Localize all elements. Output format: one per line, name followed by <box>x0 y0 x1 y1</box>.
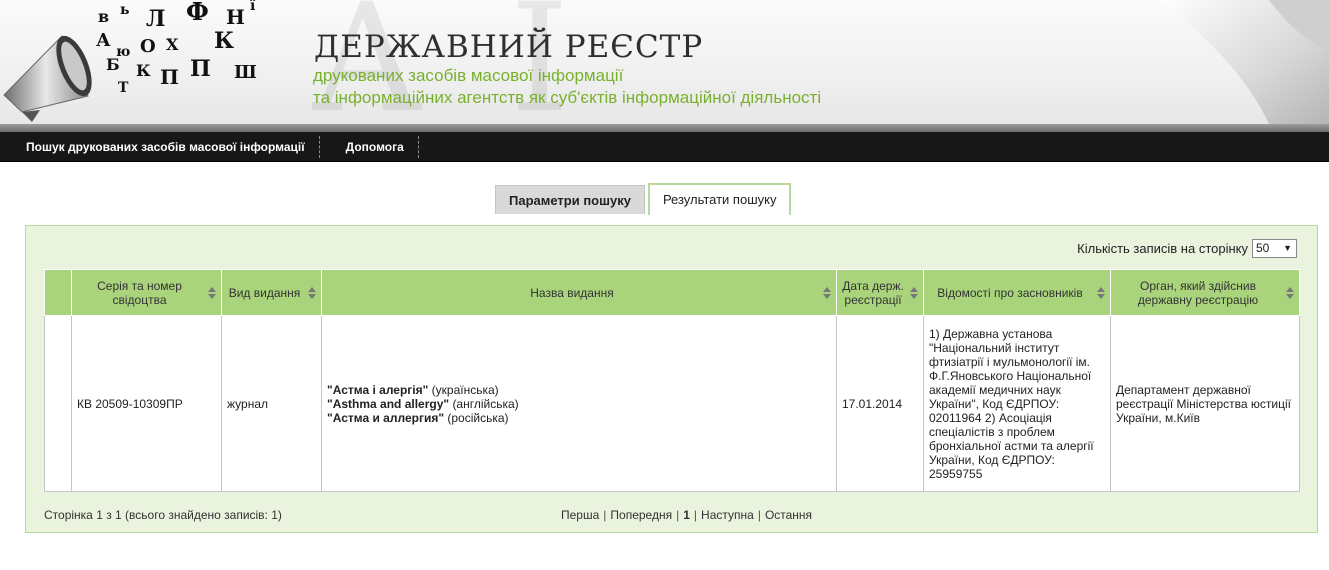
header-cert[interactable]: Серія та номер свідоцтва <box>71 269 222 316</box>
results-summary: Сторінка 1 з 1 (всього знайдено записів:… <box>44 508 282 522</box>
publication-language: (англійська) <box>452 396 519 411</box>
table-header-row: Серія та номер свідоцтва Вид видання Наз… <box>44 269 1300 316</box>
cell-founders: 1) Державна установа "Національний інсти… <box>923 315 1111 492</box>
cell-date: 17.01.2014 <box>836 315 924 492</box>
cell-type: журнал <box>221 315 322 492</box>
row-select-cell[interactable] <box>44 315 72 492</box>
header-date[interactable]: Дата держ. реєстрації <box>836 269 924 316</box>
svg-text:Х: Х <box>166 35 179 54</box>
records-per-page-label: Кількість записів на сторінку <box>1077 241 1248 256</box>
svg-text:А: А <box>96 30 111 51</box>
header-type[interactable]: Вид видання <box>221 269 322 316</box>
publication-language: (українська) <box>431 382 499 397</box>
header-founders-label: Відомості про засновників <box>937 285 1083 300</box>
pager-prev[interactable]: Попередня <box>606 508 676 522</box>
svg-text:П: П <box>160 65 179 89</box>
svg-text:Б: Б <box>106 55 120 74</box>
publication-title: "Asthma and allergy" <box>327 396 450 411</box>
nav-help[interactable]: Допомога <box>320 132 418 162</box>
header-date-label: Дата держ. реєстрації <box>842 278 904 307</box>
header-select-column <box>44 269 72 316</box>
header-founders[interactable]: Відомості про засновників <box>923 269 1111 316</box>
tab-search-params[interactable]: Параметри пошуку <box>495 185 645 214</box>
paper-curl-icon <box>1159 0 1329 124</box>
cell-cert: КВ 20509-10309ПР <box>71 315 222 492</box>
title-entry: "Астма і алергія" (українська) <box>327 383 831 397</box>
pager-last[interactable]: Остання <box>761 508 816 522</box>
nav-separator <box>417 135 419 158</box>
svg-text:ї: ї <box>250 0 256 14</box>
records-per-page-select[interactable]: 50 ▼ <box>1252 239 1297 258</box>
sort-arrows-icon[interactable] <box>822 286 832 300</box>
title-entry: "Астма и аллергия" (російська) <box>327 411 831 425</box>
sort-arrows-icon[interactable] <box>1096 286 1106 300</box>
svg-text:Ф: Ф <box>186 0 209 26</box>
header-cert-label: Серія та номер свідоцтва <box>97 278 182 307</box>
publication-title: "Астма і алергія" <box>327 382 429 397</box>
megaphone-letters-icon: в ь Л Ф Н ї А ю О Х К Б К П П Ш Т <box>3 0 257 122</box>
header-registrar[interactable]: Орган, який здійснив державну реєстрацію <box>1110 269 1300 316</box>
tab-search-results[interactable]: Результати пошуку <box>647 183 792 215</box>
main-navbar: Пошук друкованих засобів масової інформа… <box>0 132 1329 162</box>
results-panel: Кількість записів на сторінку 50 ▼ Серія… <box>25 225 1318 533</box>
search-tabs: Параметри пошуку Результати пошуку <box>495 183 792 215</box>
header-name-label: Назва видання <box>530 285 614 300</box>
records-per-page-value: 50 <box>1256 241 1270 255</box>
records-per-page: Кількість записів на сторінку 50 ▼ <box>1077 239 1297 258</box>
svg-text:в: в <box>98 7 109 26</box>
sort-arrows-icon[interactable] <box>1285 286 1295 300</box>
title-entry: "Asthma and allergy" (англійська) <box>327 397 831 411</box>
svg-text:Л: Л <box>146 6 165 32</box>
publication-language: (російська) <box>447 410 509 425</box>
svg-text:П: П <box>190 56 211 82</box>
svg-text:К: К <box>136 61 151 80</box>
subtitle-line-2: та інформаційних агентств як суб'єктів і… <box>313 88 822 107</box>
svg-text:О: О <box>140 36 156 57</box>
cell-name: "Астма і алергія" (українська) "Asthma a… <box>321 315 837 492</box>
table-row[interactable]: КВ 20509-10309ПР журнал "Астма і алергія… <box>44 315 1300 492</box>
pager-next[interactable]: Наступна <box>697 508 758 522</box>
page-title: ДЕРЖАВНИЙ РЕЄСТР <box>314 29 704 65</box>
sort-arrows-icon[interactable] <box>307 286 317 300</box>
publication-title: "Астма и аллергия" <box>327 410 445 425</box>
sort-arrows-icon[interactable] <box>909 286 919 300</box>
svg-text:Т: Т <box>118 80 129 96</box>
site-header: А Ї в ь Л Ф Н ї А ю О Х К Б К П П Ш Т ДЕ… <box>0 0 1329 124</box>
svg-text:Н: Н <box>226 5 245 29</box>
svg-text:ь: ь <box>120 2 130 18</box>
pager-first[interactable]: Перша <box>557 508 603 522</box>
cell-registrar: Департамент державної реєстрації Міністе… <box>1110 315 1300 492</box>
subtitle-line-1: друкованих засобів масової інформації <box>313 66 624 85</box>
nav-search-print-media[interactable]: Пошук друкованих засобів масової інформа… <box>0 132 319 162</box>
chevron-down-icon: ▼ <box>1283 243 1292 253</box>
results-table: Серія та номер свідоцтва Вид видання Наз… <box>44 269 1300 492</box>
svg-text:К: К <box>214 28 234 54</box>
pager-current: 1 <box>683 508 690 522</box>
header-type-label: Вид видання <box>228 285 301 300</box>
header-name[interactable]: Назва видання <box>321 269 837 316</box>
pagination: Перша | Попередня | 1 | Наступна | Остан… <box>557 508 816 522</box>
sort-arrows-icon[interactable] <box>207 286 217 300</box>
header-registrar-label: Орган, який здійснив державну реєстрацію <box>1137 278 1259 307</box>
svg-text:Ш: Ш <box>234 62 257 83</box>
